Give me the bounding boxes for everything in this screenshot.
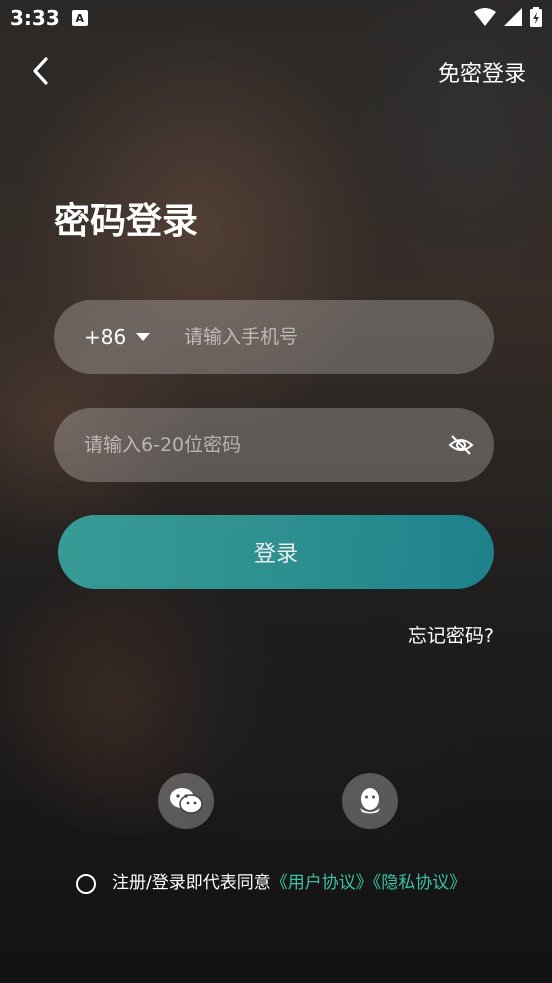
battery-icon <box>530 7 542 27</box>
password-free-login-link[interactable]: 免密登录 <box>438 56 526 88</box>
qq-login-button[interactable] <box>342 773 398 829</box>
background-photo <box>0 0 552 983</box>
notification-icon: A <box>71 10 88 26</box>
agreement-prefix: 注册/登录即代表同意 <box>112 873 271 893</box>
status-time: 3:33 <box>10 6 60 30</box>
wifi-icon <box>474 8 496 26</box>
eye-off-icon[interactable] <box>448 432 474 458</box>
agreement-text: 注册/登录即代表同意《用户协议》《隐私协议》 <box>112 870 482 897</box>
user-agreement-link[interactable]: 《用户协议》 <box>271 873 373 893</box>
wechat-icon <box>170 788 203 814</box>
caret-down-icon <box>136 333 151 341</box>
page-title: 密码登录 <box>54 201 199 242</box>
country-code: +86 <box>84 325 127 349</box>
agreement-row: 注册/登录即代表同意《用户协议》《隐私协议》 <box>76 870 496 897</box>
privacy-agreement-link[interactable]: 《隐私协议》 <box>373 873 467 893</box>
password-input[interactable] <box>84 434 424 456</box>
chevron-left-icon[interactable] <box>28 54 56 88</box>
login-button[interactable]: 登录 <box>58 515 494 589</box>
country-code-selector[interactable]: +86 <box>84 325 184 349</box>
forgot-password-link[interactable]: 忘记密码? <box>408 621 494 648</box>
wechat-login-button[interactable] <box>158 773 214 829</box>
status-icons <box>474 7 542 27</box>
phone-field: +86 <box>54 300 494 374</box>
qq-icon <box>360 788 380 814</box>
agreement-checkbox[interactable] <box>76 874 96 894</box>
signal-icon <box>504 8 522 26</box>
phone-input[interactable] <box>184 326 474 348</box>
status-bar: 3:33 A <box>0 0 552 36</box>
password-field <box>54 408 494 482</box>
